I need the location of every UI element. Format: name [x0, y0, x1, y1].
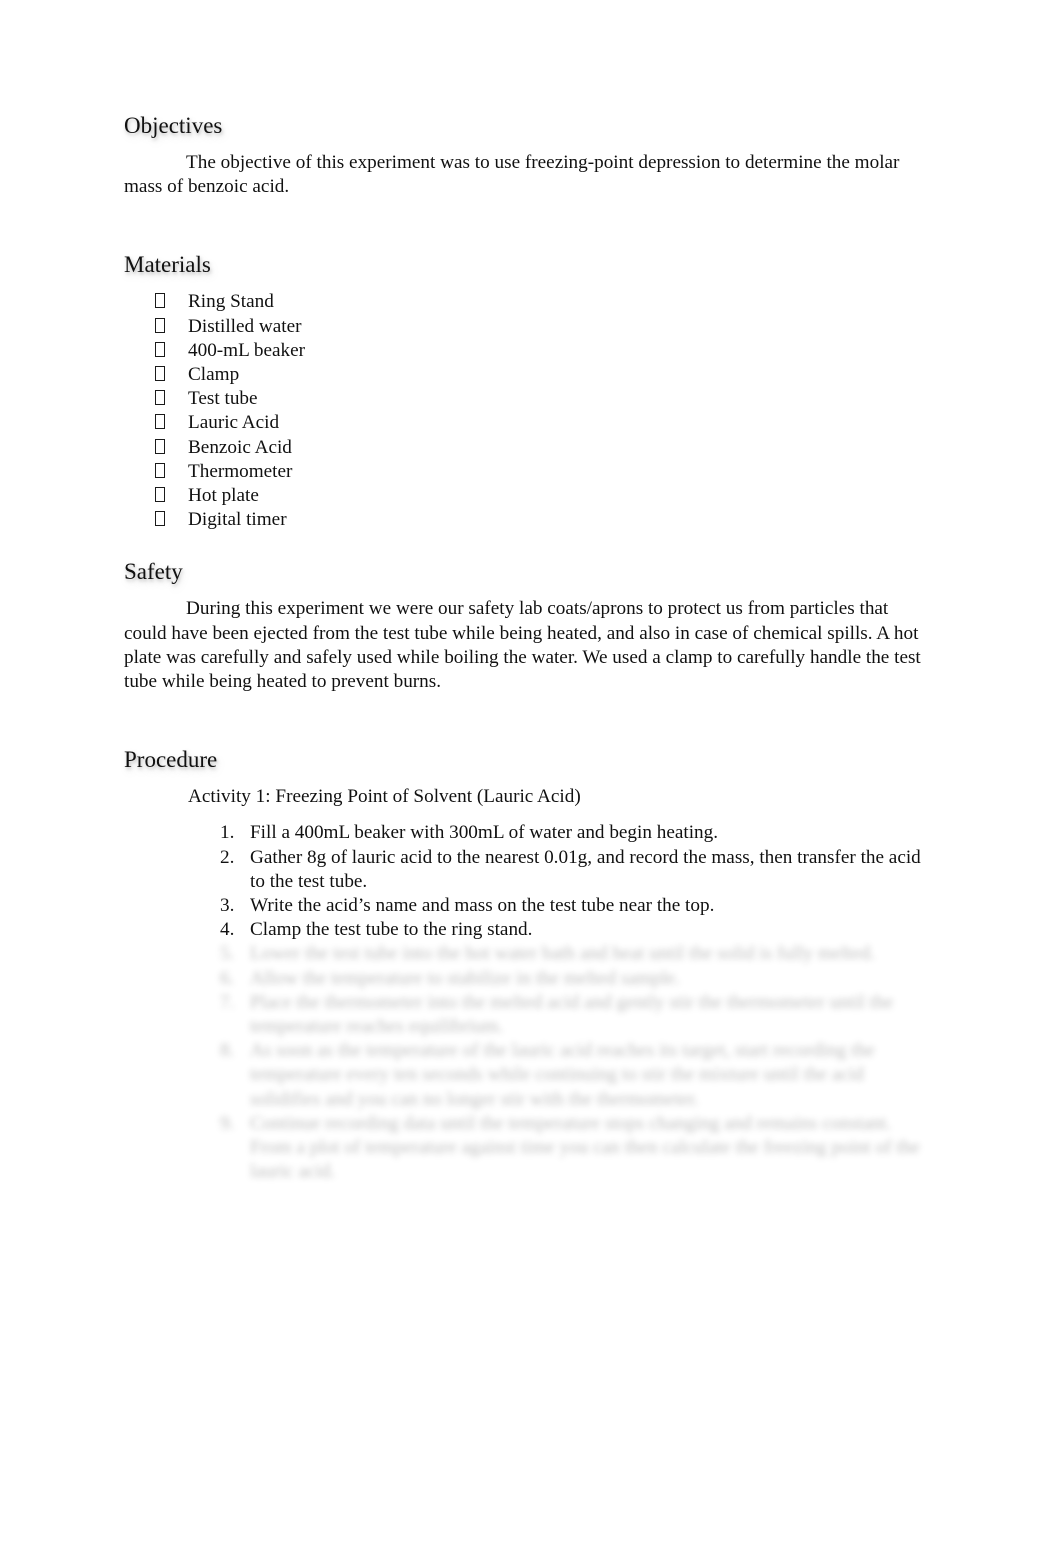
step-text: Allow the temperature to stabilize in th…	[250, 967, 680, 989]
step-number: 2.	[220, 846, 235, 868]
step-number: 9.	[220, 1112, 235, 1134]
list-item: Lauric Acid	[124, 411, 926, 435]
material-label: Test tube	[188, 388, 258, 410]
material-label: Hot plate	[188, 485, 259, 507]
material-label: Lauric Acid	[188, 412, 280, 434]
objectives-section: Objectives	[124, 112, 926, 139]
list-item: Thermometer	[124, 460, 926, 484]
material-label: Clamp	[188, 364, 240, 386]
list-item: 5. Lower the test tube into the hot wate…	[124, 942, 926, 966]
step-text: Continue recording data until the temper…	[250, 1112, 920, 1183]
bullet-box-icon	[124, 508, 188, 532]
material-label: Ring Stand	[188, 291, 274, 313]
bullet-box-icon	[124, 460, 188, 484]
list-item: 9. Continue recording data until the tem…	[124, 1112, 926, 1185]
objectives-heading: Objectives	[124, 113, 223, 138]
step-number: 4.	[220, 919, 235, 941]
step-number: 1.	[220, 822, 235, 844]
list-item: Clamp	[124, 363, 926, 387]
list-item: Hot plate	[124, 484, 926, 508]
materials-section: Materials	[124, 251, 926, 278]
bullet-box-icon	[124, 290, 188, 314]
bullet-box-icon	[124, 315, 188, 339]
material-label: Digital timer	[188, 509, 287, 531]
list-item: 6. Allow the temperature to stabilize in…	[124, 967, 926, 991]
procedure-steps-list: 1. Fill a 400mL beaker with 300mL of wat…	[124, 821, 926, 942]
objectives-paragraph: The objective of this experiment was to …	[124, 152, 900, 198]
list-item: 1. Fill a 400mL beaker with 300mL of wat…	[124, 821, 926, 845]
bullet-box-icon	[124, 436, 188, 460]
step-number: 8.	[220, 1040, 235, 1062]
procedure-steps-obscured: 5. Lower the test tube into the hot wate…	[124, 942, 926, 1184]
list-item: Digital timer	[124, 508, 926, 532]
material-label: Distilled water	[188, 315, 302, 337]
safety-section: Safety	[124, 558, 926, 585]
safety-heading: Safety	[124, 559, 183, 585]
list-item: 3. Write the acid’s name and mass on the…	[124, 894, 926, 918]
procedure-heading: Procedure	[124, 747, 218, 773]
step-number: 6.	[220, 967, 235, 989]
step-number: 5.	[220, 943, 235, 965]
list-item: 4. Clamp the test tube to the ring stand…	[124, 918, 926, 942]
list-item: 8. As soon as the temperature of the lau…	[124, 1039, 926, 1112]
step-text: Write the acid’s name and mass on the te…	[250, 895, 715, 917]
step-text: Clamp the test tube to the ring stand.	[250, 919, 533, 941]
step-number: 3.	[220, 895, 235, 917]
material-label: Thermometer	[188, 460, 293, 482]
list-item: Distilled water	[124, 315, 926, 339]
list-item: Test tube	[124, 387, 926, 411]
material-label: 400-mL beaker	[188, 339, 306, 361]
list-item: 2. Gather 8g of lauric acid to the neare…	[124, 846, 926, 894]
bullet-box-icon	[124, 411, 188, 435]
step-number: 7.	[220, 991, 235, 1013]
step-text: Place the thermometer into the melted ac…	[250, 991, 894, 1038]
bullet-box-icon	[124, 363, 188, 387]
procedure-section: Procedure	[124, 746, 926, 773]
materials-heading: Materials	[124, 252, 211, 278]
material-label: Benzoic Acid	[188, 436, 292, 458]
step-text: Lower the test tube into the hot water b…	[250, 943, 876, 965]
activity-label: Activity 1: Freezing Point of Solvent (L…	[188, 786, 581, 808]
step-text: Gather 8g of lauric acid to the nearest …	[250, 846, 921, 892]
list-item: Benzoic Acid	[124, 436, 926, 460]
safety-paragraph: During this experiment we were our safet…	[124, 598, 921, 693]
step-text: As soon as the temperature of the lauric…	[250, 1040, 875, 1110]
bullet-box-icon	[124, 484, 188, 508]
materials-list: Ring Stand Distilled water 400-mL beaker…	[124, 290, 926, 532]
list-item: Ring Stand	[124, 290, 926, 314]
document-content: Objectives The objective of this experim…	[124, 112, 926, 1185]
step-text: Fill a 400mL beaker with 300mL of water …	[250, 822, 719, 844]
list-item: 7. Place the thermometer into the melted…	[124, 991, 926, 1039]
document-page: Objectives The objective of this experim…	[0, 0, 1062, 1561]
bullet-box-icon	[124, 339, 188, 363]
list-item: 400-mL beaker	[124, 339, 926, 363]
bullet-box-icon	[124, 387, 188, 411]
